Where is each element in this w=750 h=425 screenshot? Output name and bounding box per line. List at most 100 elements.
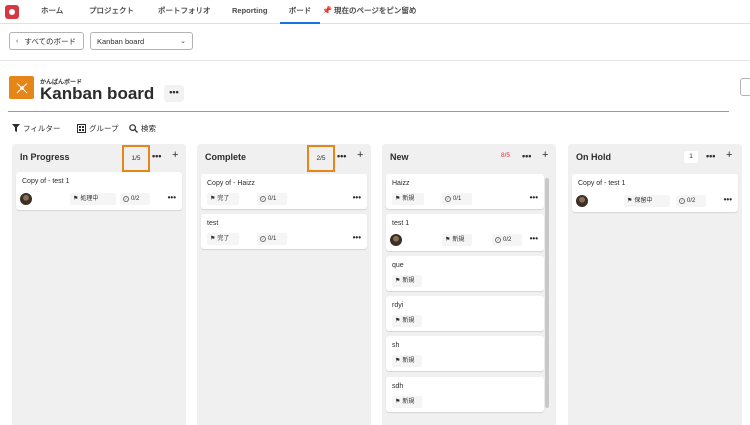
card-more-button[interactable]: •••: [530, 234, 538, 243]
group-icon: [77, 123, 86, 133]
card-title: sdh: [392, 383, 404, 390]
status-badge[interactable]: ⚑ 新規: [392, 315, 422, 327]
checklist-icon: ✓: [260, 196, 266, 202]
flag-icon: ⚑: [395, 358, 401, 364]
board-type-icon: [9, 76, 34, 99]
column-title: Complete: [205, 152, 247, 162]
card-title: Copy of - Haizz: [207, 180, 255, 187]
column-wip-count: 1: [684, 151, 698, 163]
status-badge[interactable]: ⚑ 新規: [392, 193, 424, 205]
status-label: 新規: [402, 318, 415, 324]
checklist-badge[interactable]: ✓ 0/2: [676, 195, 706, 207]
card-title: test 1: [392, 220, 410, 227]
checklist-badge[interactable]: ✓ 0/1: [257, 233, 287, 245]
column-title: New: [390, 152, 409, 162]
status-badge[interactable]: ⚑ 保留中: [624, 195, 670, 207]
task-card[interactable]: Copy of - test 1 ⚑ 保留中 ✓ 0/2 •••: [572, 174, 738, 212]
flag-icon: ⚑: [395, 278, 401, 284]
column-more-button[interactable]: •••: [337, 151, 346, 161]
task-card[interactable]: sdh ⚑ 新規: [386, 377, 544, 412]
column-complete: Complete 2/5 ••• + Copy of - Haizz ⚑ 完了 ✓…: [197, 144, 371, 425]
column-wip-count: 2/5: [307, 145, 335, 172]
add-card-button[interactable]: +: [726, 149, 732, 161]
column-wip-count: 1/5: [122, 145, 150, 172]
checklist-icon: ✓: [123, 196, 129, 202]
checklist-icon: ✓: [260, 236, 266, 242]
pin-page-button[interactable]: 📌 現在のページをピン留め: [322, 0, 416, 24]
search-button[interactable]: 検索: [129, 122, 156, 134]
task-card[interactable]: que ⚑ 新規: [386, 256, 544, 291]
pin-icon: 📌: [322, 6, 332, 15]
task-card[interactable]: Copy of - test 1 ⚑ 処理中 ✓ 0/2 •••: [16, 172, 182, 210]
side-panel-toggle[interactable]: [740, 78, 750, 96]
flag-icon: ⚑: [395, 196, 401, 202]
board-select-dropdown[interactable]: Kanban board ⌄: [90, 32, 193, 50]
column-more-button[interactable]: •••: [522, 151, 531, 161]
task-card[interactable]: test ⚑ 完了 ✓ 0/1 •••: [201, 214, 367, 249]
flag-icon: ⚑: [627, 198, 633, 204]
avatar[interactable]: [20, 193, 32, 205]
nav-boards[interactable]: ボード: [280, 0, 320, 24]
add-card-button[interactable]: +: [172, 149, 178, 161]
card-title: rdyi: [392, 302, 404, 309]
nav-portfolios[interactable]: ポートフォリオ: [158, 0, 211, 24]
task-card[interactable]: test 1 ⚑ 新規 ✓ 0/2 •••: [386, 214, 544, 251]
checklist-badge[interactable]: ✓ 0/2: [492, 234, 522, 246]
group-label: グループ: [89, 123, 119, 133]
status-badge[interactable]: ⚑ 新規: [392, 355, 422, 367]
search-icon: [129, 123, 138, 133]
add-card-button[interactable]: +: [357, 149, 363, 161]
checklist-badge[interactable]: ✓ 0/2: [120, 193, 150, 205]
column-title: In Progress: [20, 152, 70, 162]
card-more-button[interactable]: •••: [530, 193, 538, 202]
all-boards-button[interactable]: ‹ すべてのボード: [9, 32, 84, 50]
avatar[interactable]: [576, 195, 588, 207]
checklist-count: 0/1: [453, 196, 462, 202]
divider: [0, 60, 750, 61]
status-badge[interactable]: ⚑ 新規: [392, 396, 422, 408]
filter-label: フィルター: [23, 123, 61, 133]
flag-icon: ⚑: [395, 318, 401, 324]
column-in-progress: In Progress 1/5 ••• + Copy of - test 1 ⚑…: [12, 144, 186, 425]
avatar[interactable]: [390, 234, 402, 246]
nav-reporting[interactable]: Reporting: [232, 0, 267, 24]
column-new: New 8/5 ••• + Haizz ⚑ 新規 ✓ 0/1 ••• test 1 …: [382, 144, 556, 425]
status-badge[interactable]: ⚑ 処理中: [70, 193, 116, 205]
card-more-button[interactable]: •••: [724, 195, 732, 204]
nav-projects[interactable]: プロジェクト: [89, 0, 134, 24]
status-label: 新規: [452, 237, 465, 243]
column-more-button[interactable]: •••: [152, 151, 161, 161]
task-card[interactable]: Copy of - Haizz ⚑ 完了 ✓ 0/1 •••: [201, 174, 367, 209]
board-select-value: Kanban board: [97, 36, 145, 46]
status-badge[interactable]: ⚑ 完了: [207, 233, 239, 245]
status-badge[interactable]: ⚑ 新規: [392, 275, 422, 287]
board-more-button[interactable]: •••: [164, 85, 184, 102]
nav-home[interactable]: ホーム: [41, 0, 63, 24]
group-button[interactable]: グループ: [77, 122, 119, 134]
status-badge[interactable]: ⚑ 新規: [442, 234, 472, 246]
all-boards-label: すべてのボード: [24, 36, 77, 46]
card-title: Copy of - test 1: [578, 180, 626, 187]
checklist-count: 0/1: [268, 196, 277, 202]
filter-button[interactable]: フィルター: [12, 122, 60, 134]
flag-icon: ⚑: [210, 196, 216, 202]
card-title: Haizz: [392, 180, 410, 187]
card-more-button[interactable]: •••: [353, 193, 361, 202]
checklist-badge[interactable]: ✓ 0/1: [257, 193, 287, 205]
card-more-button[interactable]: •••: [168, 193, 176, 202]
column-more-button[interactable]: •••: [706, 151, 715, 161]
page-title: Kanban board: [40, 84, 155, 103]
card-title: test: [207, 220, 219, 227]
card-more-button[interactable]: •••: [353, 233, 361, 242]
task-card[interactable]: rdyi ⚑ 新規: [386, 296, 544, 331]
column-scrollbar[interactable]: [545, 178, 549, 408]
status-badge[interactable]: ⚑ 完了: [207, 193, 239, 205]
app-logo-icon[interactable]: [5, 5, 19, 19]
task-card[interactable]: sh ⚑ 新規: [386, 336, 544, 371]
checklist-badge[interactable]: ✓ 0/1: [442, 193, 472, 205]
flag-icon: ⚑: [395, 399, 401, 405]
add-card-button[interactable]: +: [542, 149, 548, 161]
status-label: 新規: [402, 278, 415, 284]
status-label: 保留中: [634, 198, 653, 204]
task-card[interactable]: Haizz ⚑ 新規 ✓ 0/1 •••: [386, 174, 544, 209]
